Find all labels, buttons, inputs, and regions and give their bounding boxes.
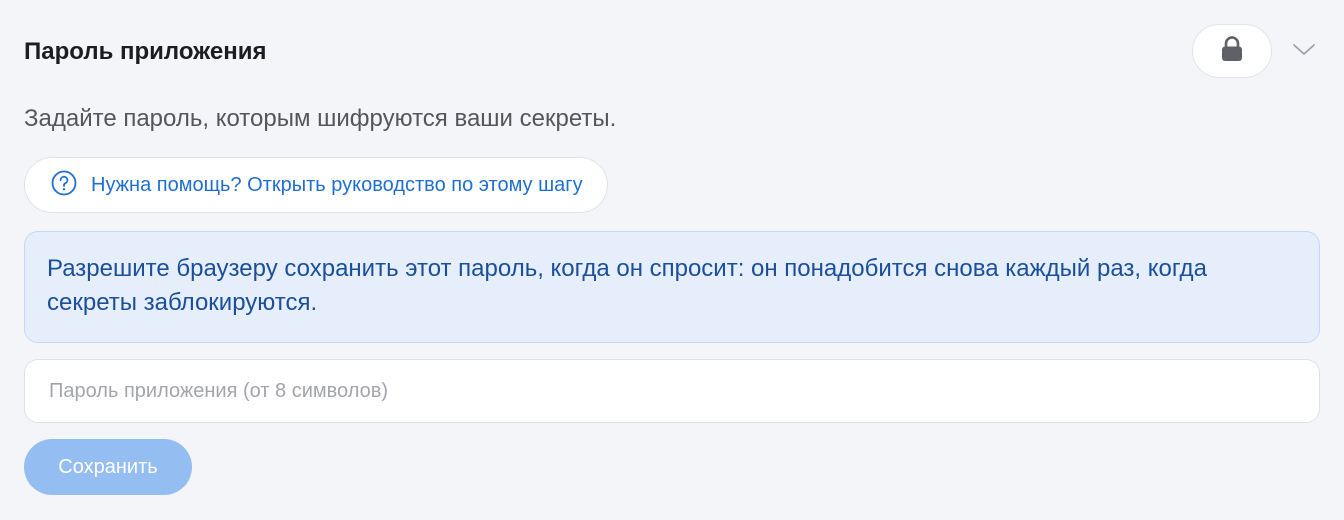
question-circle-icon bbox=[51, 170, 77, 201]
section-description: Задайте пароль, которым шифруются ваши с… bbox=[24, 105, 617, 132]
lock-button[interactable] bbox=[1192, 24, 1272, 78]
collapse-toggle[interactable] bbox=[1290, 38, 1318, 66]
lock-icon bbox=[1221, 35, 1243, 67]
help-guide-link[interactable]: Нужна помощь? Открыть руководство по это… bbox=[24, 157, 608, 213]
help-guide-label: Нужна помощь? Открыть руководство по это… bbox=[91, 173, 583, 196]
chevron-down-icon bbox=[1292, 43, 1316, 62]
app-password-card: Пароль приложения Задайте пароль, которы… bbox=[0, 0, 1344, 520]
save-password-notice: Разрешите браузеру сохранить этот пароль… bbox=[24, 231, 1320, 343]
save-button[interactable]: Сохранить bbox=[24, 439, 192, 495]
section-title: Пароль приложения bbox=[24, 38, 267, 65]
app-password-input[interactable] bbox=[24, 359, 1320, 423]
